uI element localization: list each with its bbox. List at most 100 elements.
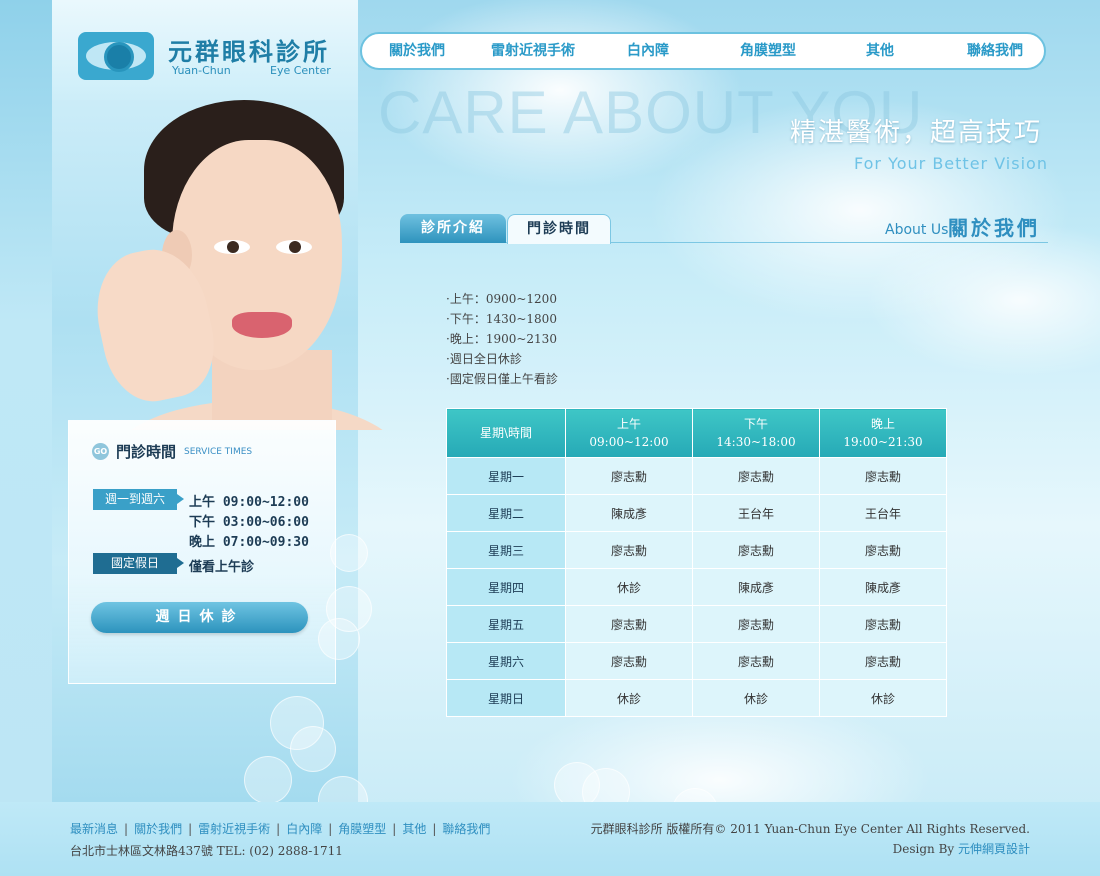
table-doctor-cell: 廖志勳 <box>692 642 820 680</box>
portrait-eye-left <box>214 240 250 254</box>
table-doctor-cell: 廖志勳 <box>565 642 693 680</box>
footer-link-other[interactable]: 其他 <box>402 822 426 836</box>
table-day-cell: 星期三 <box>446 531 566 569</box>
main-nav: 關於我們 雷射近視手術 白內障 角膜塑型 其他 聯絡我們 <box>360 32 1046 70</box>
service-times-panel <box>68 420 336 684</box>
decor-bubble <box>330 534 368 572</box>
list-item: ·下午：1430~1800 <box>446 312 557 326</box>
header-evening: 晚上 19:00~21:30 <box>819 408 947 458</box>
table-doctor-cell: 休診 <box>565 679 693 717</box>
footer-link-cataract[interactable]: 白內障 <box>286 822 322 836</box>
tab-clinic-hours[interactable]: 門診時間 <box>507 214 611 244</box>
service-line-morning: 上午 09:00~12:00 <box>189 495 309 510</box>
table-doctor-cell: 廖志勳 <box>819 605 947 643</box>
table-row: 星期三 廖志勳 廖志勳 廖志勳 <box>446 531 947 569</box>
footer-separator: | <box>392 822 397 836</box>
nav-lasik[interactable]: 雷射近視手術 <box>477 34 589 68</box>
table-doctor-cell: 廖志勳 <box>565 531 693 569</box>
table-doctor-cell: 廖志勳 <box>819 457 947 495</box>
header-day-time: 星期\時間 <box>446 408 566 458</box>
header-time: 09:00~12:00 <box>589 435 669 449</box>
eye-logo-icon[interactable] <box>78 32 154 80</box>
hero-headline: 精湛醫術，超高技巧 <box>790 118 1043 148</box>
eye-iris <box>104 42 134 72</box>
footer-link-ortho-k[interactable]: 角膜塑型 <box>338 822 386 836</box>
table-doctor-cell: 廖志勳 <box>565 457 693 495</box>
list-item: ·上午：0900~1200 <box>446 292 557 306</box>
table-doctor-cell: 廖志勳 <box>819 642 947 680</box>
section-title-cn: 關於我們 <box>948 216 1040 240</box>
header-time: 19:00~21:30 <box>843 435 923 449</box>
table-doctor-cell: 陳成彥 <box>819 568 947 606</box>
logo-en-left: Yuan-Chun <box>172 64 231 77</box>
logo-title[interactable]: 元群眼科診所 <box>168 32 330 67</box>
table-row: 星期二 陳成彥 王台年 王台年 <box>446 494 947 532</box>
header-label: 上午 <box>616 417 641 431</box>
footer-link-about[interactable]: 關於我們 <box>134 822 182 836</box>
nav-about[interactable]: 關於我們 <box>372 34 462 68</box>
design-prefix: Design By <box>892 842 958 856</box>
table-doctor-cell: 廖志勳 <box>819 531 947 569</box>
logo-en-right: Eye Center <box>270 64 331 77</box>
table-doctor-cell: 廖志勳 <box>692 457 820 495</box>
header-label: 下午 <box>743 417 768 431</box>
table-doctor-cell: 休診 <box>819 679 947 717</box>
nav-ortho-k[interactable]: 角膜塑型 <box>722 34 814 68</box>
table-doctor-cell: 廖志勳 <box>565 605 693 643</box>
table-doctor-cell: 廖志勳 <box>692 605 820 643</box>
service-line-evening: 晚上 07:00~09:30 <box>189 535 309 550</box>
portrait-image <box>52 100 390 430</box>
footer-design-credit: Design By 元伸網頁設計 <box>893 840 1030 857</box>
service-subtitle: SERVICE TIMES <box>184 447 253 457</box>
header-time: 14:30~18:00 <box>716 435 796 449</box>
hours-list: ·上午：0900~1200 ·下午：1430~1800 ·晚上：1900~213… <box>446 289 558 389</box>
holiday-tag: 國定假日 <box>93 553 184 574</box>
table-header-row: 星期\時間 上午 09:00~12:00 下午 14:30~18:00 晚上 19:0… <box>446 408 947 458</box>
list-item: ·晚上：1900~2130 <box>446 332 557 346</box>
footer <box>0 802 1100 876</box>
service-line-afternoon: 下午 03:00~06:00 <box>189 515 309 530</box>
table-day-cell: 星期五 <box>446 605 566 643</box>
table-day-cell: 星期一 <box>446 457 566 495</box>
footer-link-lasik[interactable]: 雷射近視手術 <box>198 822 270 836</box>
service-title: 門診時間 <box>116 443 177 461</box>
table-day-cell: 星期六 <box>446 642 566 680</box>
header-label: 星期\時間 <box>479 426 533 440</box>
table-doctor-cell: 休診 <box>565 568 693 606</box>
tab-clinic-intro[interactable]: 診所介紹 <box>400 214 506 243</box>
footer-link-news[interactable]: 最新消息 <box>70 822 118 836</box>
footer-separator: | <box>276 822 281 836</box>
footer-nav: 最新消息 | 關於我們 | 雷射近視手術 | 白內障 | 角膜塑型 | 其他 | 聯絡我們 <box>70 820 490 837</box>
table-row: 星期五 廖志勳 廖志勳 廖志勳 <box>446 605 947 643</box>
hero-subline: For Your Better Vision <box>854 154 1048 173</box>
footer-link-contact[interactable]: 聯絡我們 <box>442 822 490 836</box>
table-row: 星期日 休診 休診 休診 <box>446 679 947 717</box>
nav-other[interactable]: 其他 <box>852 34 908 68</box>
decor-bubble <box>318 618 360 660</box>
decor-bubble <box>290 726 336 772</box>
footer-address: 台北市士林區文林路437號 TEL: (02) 2888-1711 <box>70 844 343 858</box>
weekday-tag: 週一到週六 <box>93 489 184 510</box>
footer-copyright: 元群眼科診所 版權所有© 2011 Yuan-Chun Eye Center A… <box>590 822 1030 836</box>
table-doctor-cell: 王台年 <box>692 494 820 532</box>
nav-contact[interactable]: 聯絡我們 <box>954 34 1036 68</box>
header-afternoon: 下午 14:30~18:00 <box>692 408 820 458</box>
sunday-closed-button[interactable]: 週日休診 <box>91 602 308 633</box>
table-doctor-cell: 休診 <box>692 679 820 717</box>
section-title-en: About Us <box>885 222 949 238</box>
header-morning: 上午 09:00~12:00 <box>565 408 693 458</box>
footer-separator: | <box>328 822 333 836</box>
portrait-mouth <box>232 312 292 338</box>
portrait-eye-right <box>276 240 312 254</box>
table-day-cell: 星期二 <box>446 494 566 532</box>
table-doctor-cell: 王台年 <box>819 494 947 532</box>
nav-cataract[interactable]: 白內障 <box>612 34 684 68</box>
list-item: ·國定假日僅上午看診 <box>446 372 558 386</box>
table-day-cell: 星期四 <box>446 568 566 606</box>
table-doctor-cell: 陳成彥 <box>692 568 820 606</box>
table-row: 星期四 休診 陳成彥 陳成彥 <box>446 568 947 606</box>
holiday-text: 僅看上午診 <box>189 560 255 575</box>
left-band <box>0 0 52 802</box>
footer-separator: | <box>432 822 437 836</box>
design-credit-link[interactable]: 元伸網頁設計 <box>958 842 1030 856</box>
